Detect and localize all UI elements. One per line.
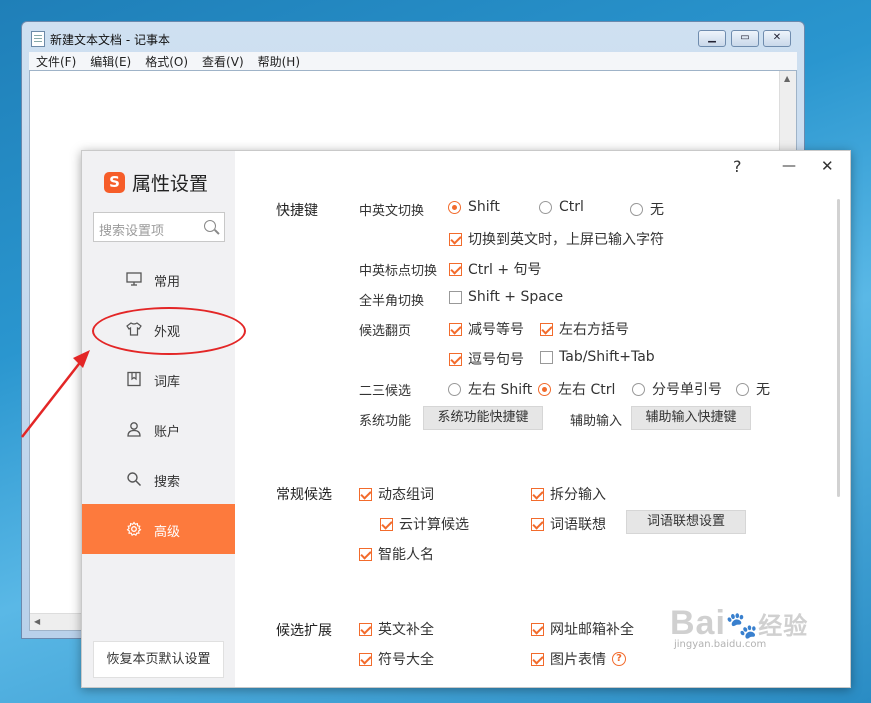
- baidu-watermark: Bai🐾经验 jingyan.baidu.com: [670, 604, 808, 650]
- watermark-main: Bai: [670, 604, 726, 642]
- watermark-accent: 经验: [758, 613, 809, 640]
- annotation-arrow-icon: [21, 350, 90, 438]
- paw-icon: 🐾: [725, 611, 759, 641]
